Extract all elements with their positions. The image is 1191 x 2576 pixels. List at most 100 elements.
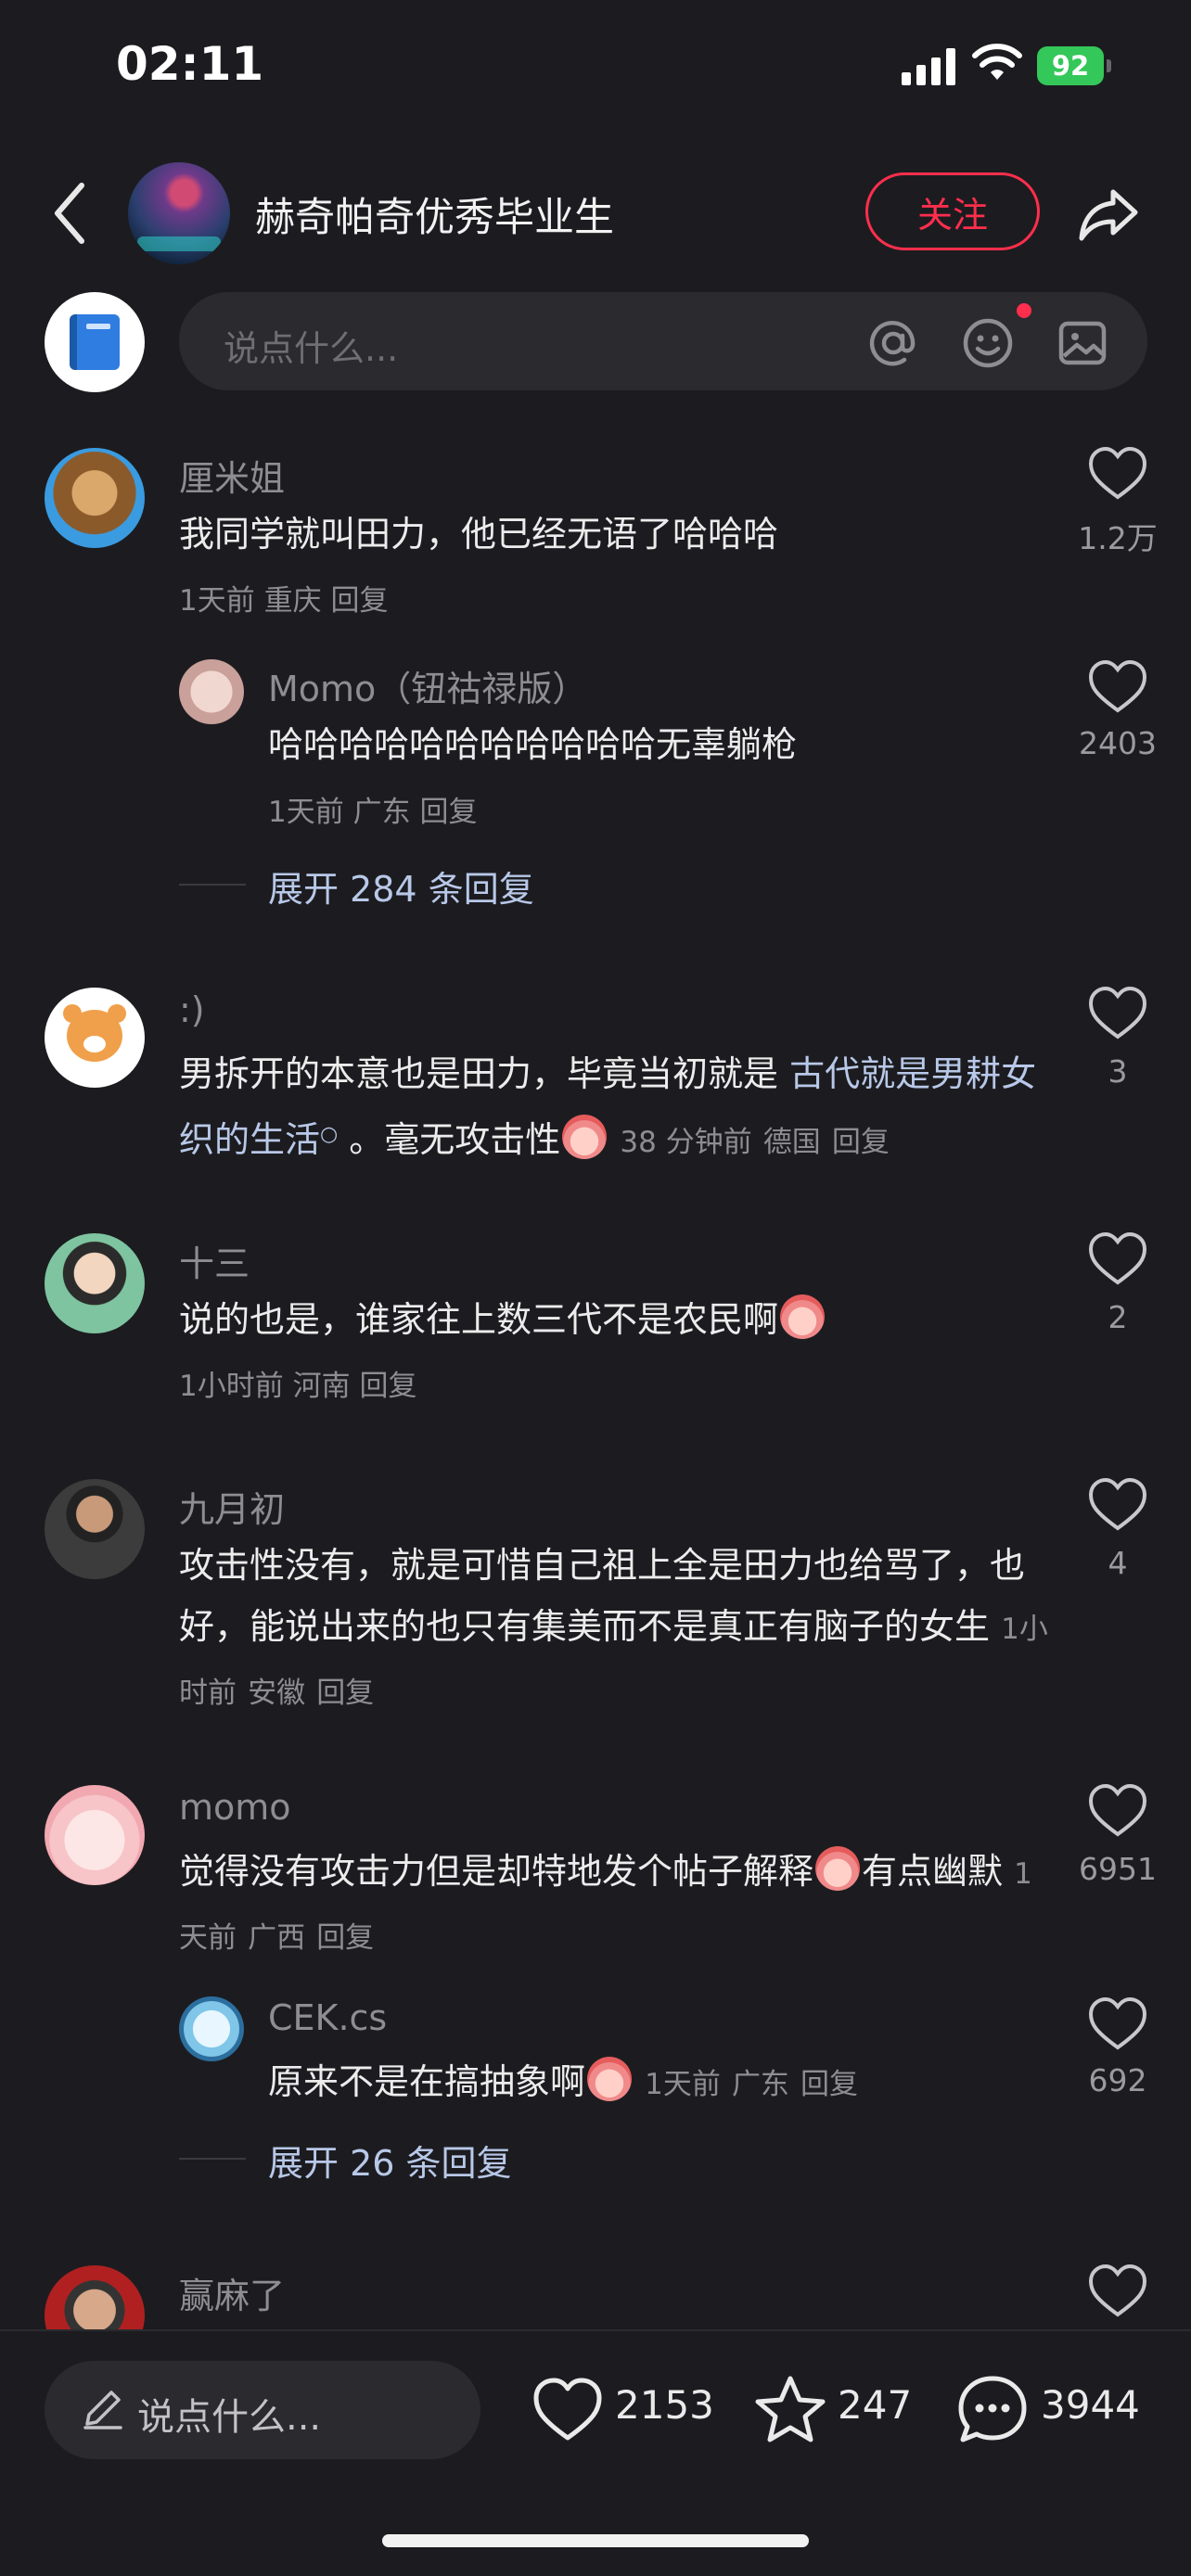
comment-meta: 1天前 重庆 回复 — [179, 577, 388, 618]
reply-button[interactable]: 回复 — [419, 796, 477, 829]
like-count: 1.2万 — [1078, 520, 1158, 556]
heart-icon[interactable] — [1085, 1996, 1150, 2051]
comment-text-part: 觉得没有攻击力但是却特地发个帖子解释 — [179, 1851, 814, 1892]
pencil-icon — [83, 2391, 122, 2429]
emoji-sticker — [562, 1115, 608, 1159]
author-avatar[interactable] — [128, 162, 230, 264]
follow-button[interactable]: 关注 — [865, 172, 1040, 250]
heart-icon[interactable] — [1085, 1782, 1150, 1838]
comment-username[interactable]: momo — [179, 1787, 291, 1828]
like-count: 6951 — [1079, 1851, 1157, 1887]
reply-text[interactable]: 原来不是在搞抽象啊 1天前 广东 回复 — [268, 2051, 1047, 2115]
battery-level: 92 — [1037, 46, 1104, 85]
reply-meta: 1天前 广东 回复 — [268, 788, 477, 830]
home-indicator[interactable] — [382, 2534, 809, 2547]
heart-icon[interactable] — [1085, 985, 1150, 1040]
user-avatar[interactable] — [179, 659, 244, 724]
comment-username[interactable]: :) — [179, 989, 205, 1030]
user-avatar[interactable] — [45, 1233, 145, 1333]
comment-location: 广西 — [248, 1921, 306, 1955]
share-icon[interactable] — [1076, 181, 1141, 246]
expand-replies-button[interactable]: 展开 284 条回复 — [268, 861, 534, 912]
heart-icon[interactable] — [1085, 1476, 1150, 1532]
emoji-icon[interactable] — [962, 317, 1014, 369]
battery-icon: 92 — [1037, 46, 1111, 85]
book-icon — [70, 314, 120, 370]
status-time: 02:11 — [116, 37, 264, 91]
comment-icon[interactable] — [955, 2373, 1030, 2447]
comment-text[interactable]: 我同学就叫田力，他已经无语了哈哈哈 — [179, 504, 1014, 565]
comment-username[interactable]: 厘米姐 — [179, 450, 285, 501]
reply-location: 广东 — [352, 796, 411, 829]
comment-item: 赢麻了 — [0, 2263, 1191, 2329]
reply-button[interactable]: 回复 — [800, 2068, 858, 2101]
expand-divider — [179, 884, 246, 886]
comment-text-part: 说的也是，谁家往上数三代不是农民啊 — [179, 1299, 779, 1340]
reply-button[interactable]: 回复 — [330, 584, 388, 618]
heart-icon[interactable] — [531, 2373, 605, 2447]
like-count: 3 — [1108, 1053, 1128, 1090]
comment-text[interactable]: 说的也是，谁家往上数三代不是农民啊 — [179, 1289, 1051, 1350]
like-count: 692 — [1088, 2062, 1147, 2098]
heart-icon[interactable] — [1085, 1231, 1150, 1286]
search-icon: ○ — [320, 1123, 339, 1146]
user-avatar[interactable] — [45, 2265, 145, 2329]
user-avatar[interactable] — [45, 1785, 145, 1885]
reply-text[interactable]: 哈哈哈哈哈哈哈哈哈哈哈无辜躺枪 — [268, 714, 1029, 775]
star-icon[interactable] — [753, 2373, 827, 2447]
comment-username[interactable]: 十三 — [179, 1235, 250, 1286]
comment-time: 1小时前 — [179, 1370, 284, 1403]
comment-time: 1天前 — [179, 584, 255, 618]
image-icon[interactable] — [1057, 317, 1108, 369]
my-avatar[interactable] — [45, 292, 145, 392]
bottom-input-placeholder: 说点什么... — [137, 2396, 322, 2439]
comment-total: 3944 — [1041, 2382, 1140, 2428]
emoji-sticker — [587, 2057, 633, 2101]
reply-button[interactable]: 回复 — [316, 1921, 374, 1955]
reply-username[interactable]: Momo（钮祜禄版） — [268, 660, 587, 711]
like-count: 2 — [1108, 1299, 1128, 1335]
reply-username[interactable]: CEK.cs — [268, 1997, 387, 2038]
comment-text-part: 。毫无攻击性 — [338, 1119, 561, 1160]
author-name[interactable]: 赫奇帕奇优秀毕业生 — [255, 185, 614, 243]
user-avatar[interactable] — [45, 988, 145, 1088]
post-header: 赫奇帕奇优秀毕业生 关注 — [0, 148, 1191, 278]
like-count: 4 — [1108, 1545, 1128, 1581]
back-icon[interactable] — [48, 176, 95, 250]
comment-time: 38 分钟前 — [620, 1126, 752, 1159]
reply-location: 广东 — [731, 2068, 789, 2101]
heart-icon[interactable] — [1085, 445, 1150, 501]
like-total: 2153 — [615, 2382, 714, 2428]
like-count: 2403 — [1079, 725, 1157, 761]
comment-text[interactable]: 攻击性没有，就是可惜自己祖上全是田力也给骂了，也好，能说出来的也只有集美而不是真… — [179, 1535, 1051, 1724]
user-avatar[interactable] — [45, 448, 145, 548]
comment-text[interactable]: 男拆开的本意也是田力，毕竟当初就是 古代就是男耕女织的生活○ 。毫无攻击性 38… — [179, 1043, 1051, 1173]
expand-divider — [179, 2158, 246, 2160]
heart-icon[interactable] — [1085, 2263, 1150, 2318]
emoji-sticker — [780, 1294, 826, 1339]
comment-input[interactable]: 说点什么... — [179, 292, 1147, 390]
comment-username[interactable]: 九月初 — [179, 1481, 285, 1532]
expand-replies-button[interactable]: 展开 26 条回复 — [268, 2135, 512, 2186]
reply-button[interactable]: 回复 — [832, 1126, 890, 1159]
comment-username[interactable]: 赢麻了 — [179, 2267, 285, 2318]
wifi-icon — [972, 44, 1022, 80]
reply-text-part: 原来不是在搞抽象啊 — [268, 2061, 586, 2102]
reply-time: 1天前 — [268, 796, 344, 829]
user-avatar[interactable] — [45, 1479, 145, 1579]
reply-button[interactable]: 回复 — [316, 1677, 374, 1710]
comment-text-part: 攻击性没有，就是可惜自己祖上全是田力也给骂了，也好，能说出来的也只有集美而不是真… — [179, 1545, 1026, 1647]
signal-icon — [902, 48, 955, 85]
reply-button[interactable]: 回复 — [359, 1370, 416, 1403]
user-avatar[interactable] — [179, 1996, 244, 2061]
comment-location: 重庆 — [263, 584, 322, 618]
heart-icon[interactable] — [1085, 658, 1150, 714]
reply-time: 1天前 — [645, 2068, 721, 2101]
notification-dot — [1017, 303, 1031, 318]
star-total: 247 — [838, 2382, 913, 2428]
comment-text-part: 有点幽默 — [862, 1851, 1004, 1892]
at-icon[interactable] — [867, 317, 919, 369]
status-bar: 02:11 92 — [0, 0, 1191, 130]
bottom-comment-input[interactable]: 说点什么... — [45, 2361, 480, 2459]
comment-text[interactable]: 觉得没有攻击力但是却特地发个帖子解释 有点幽默 1天前 广西 回复 — [179, 1841, 1051, 1969]
